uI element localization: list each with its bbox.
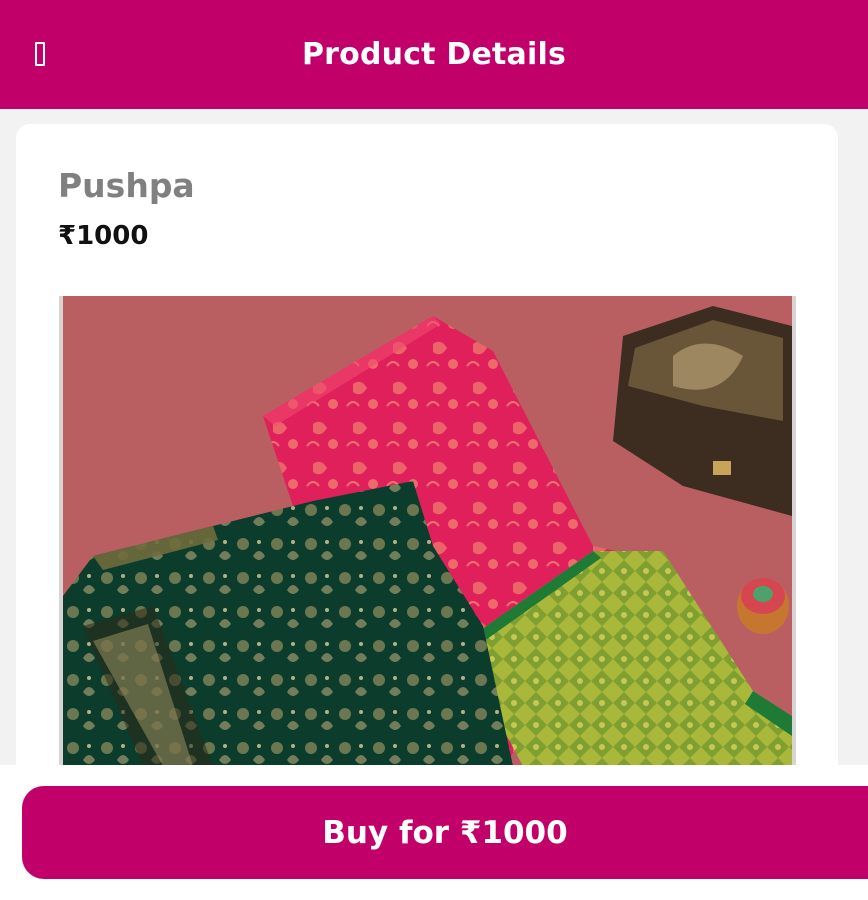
- product-name: Pushpa: [58, 166, 195, 205]
- page-title: Product Details: [301, 37, 567, 72]
- product-image[interactable]: [59, 296, 796, 766]
- buy-button[interactable]: Buy for ₹1000: [22, 786, 868, 879]
- product-price: ₹1000: [58, 221, 149, 251]
- back-button[interactable]: [22, 32, 58, 76]
- saree-illustration: [63, 296, 792, 766]
- buy-button-label: Buy for ₹1000: [322, 814, 568, 851]
- round-tin: [737, 578, 789, 634]
- app-bar: Product Details: [0, 0, 868, 109]
- back-icon: [35, 42, 45, 66]
- product-card: Pushpa ₹1000: [16, 124, 838, 824]
